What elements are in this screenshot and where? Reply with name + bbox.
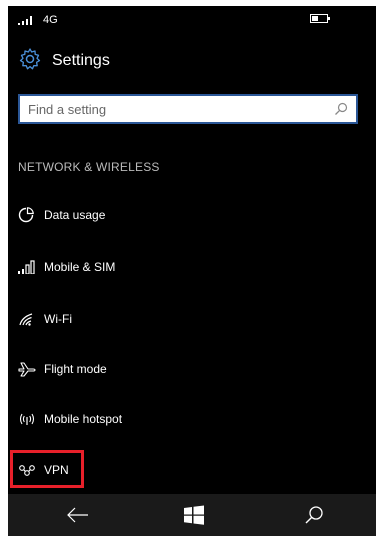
- phone-screen: 4G Settings NETWORK & WIRELESS: [8, 6, 376, 536]
- settings-header: Settings: [18, 46, 110, 76]
- menu-item-label: Flight mode: [44, 362, 107, 376]
- gear-icon: [18, 47, 42, 76]
- menu-item-wifi[interactable]: Wi-Fi: [18, 305, 348, 333]
- menu-item-label: Wi-Fi: [44, 312, 72, 326]
- page-title: Settings: [52, 52, 110, 69]
- menu-item-label: Data usage: [44, 208, 106, 222]
- menu-item-mobile-hotspot[interactable]: Mobile hotspot: [18, 405, 348, 433]
- menu-item-flight-mode[interactable]: Flight mode: [18, 355, 348, 383]
- menu-item-label: Mobile hotspot: [44, 412, 123, 426]
- menu-item-mobile-sim[interactable]: Mobile & SIM: [18, 253, 348, 281]
- search-box[interactable]: [18, 94, 358, 124]
- signal-bars-icon: [18, 258, 40, 276]
- wifi-icon: [18, 310, 40, 328]
- menu-item-data-usage[interactable]: Data usage: [18, 201, 348, 229]
- pie-chart-icon: [18, 206, 40, 224]
- signal-bars-icon: [18, 15, 38, 28]
- windows-icon[interactable]: [180, 502, 208, 528]
- back-icon[interactable]: [64, 502, 92, 528]
- search-icon[interactable]: [300, 502, 328, 528]
- vpn-highlight-box: [10, 450, 84, 488]
- search-icon[interactable]: [334, 102, 348, 121]
- hotspot-icon: [18, 410, 40, 428]
- search-input[interactable]: [20, 96, 330, 122]
- menu-item-label: Mobile & SIM: [44, 260, 116, 274]
- battery-icon: [310, 14, 330, 23]
- section-heading: NETWORK & WIRELESS: [18, 160, 160, 174]
- airplane-icon: [18, 360, 40, 378]
- navigation-bar: [8, 494, 376, 536]
- status-bar: 4G: [8, 6, 376, 34]
- network-type: 4G: [43, 14, 58, 26]
